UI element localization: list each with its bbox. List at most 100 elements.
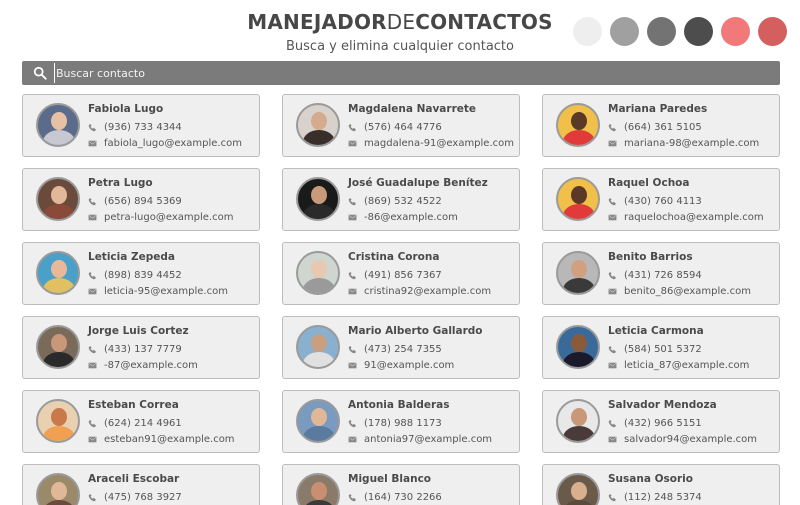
avatar-body bbox=[43, 204, 75, 219]
avatar-head bbox=[51, 260, 67, 278]
email-icon bbox=[88, 362, 97, 369]
contact-phone: (664) 361 5105 bbox=[624, 122, 702, 133]
theme-swatch[interactable] bbox=[647, 17, 676, 46]
contact-email-row: esteban91@example.com bbox=[88, 434, 235, 445]
title-part-manejador: MANEJADOR bbox=[247, 10, 387, 34]
contact-phone-row: (112) 248 5374 bbox=[608, 492, 702, 503]
contact-email-row: -87@example.com bbox=[88, 360, 198, 371]
contact-phone: (473) 254 7355 bbox=[364, 344, 442, 355]
contact-card[interactable]: Cristina Corona (491) 856 7367 cristina92@… bbox=[282, 242, 520, 305]
contact-email-row: fabiola_lugo@example.com bbox=[88, 138, 242, 149]
avatar-head bbox=[311, 260, 327, 278]
contact-phone: (112) 248 5374 bbox=[624, 492, 702, 503]
contact-name: Salvador Mendoza bbox=[608, 399, 717, 411]
avatar-head bbox=[571, 482, 587, 500]
contact-card[interactable]: Jorge Luis Cortez (433) 137 7779 -87@examp… bbox=[22, 316, 260, 379]
contact-card[interactable]: Antonia Balderas (178) 988 1173 antonia97@… bbox=[282, 390, 520, 453]
phone-icon bbox=[88, 419, 96, 428]
avatar-head bbox=[571, 186, 587, 204]
contact-name: Mario Alberto Gallardo bbox=[348, 325, 483, 337]
avatar bbox=[36, 325, 80, 369]
avatar-body bbox=[303, 130, 335, 145]
contact-phone-row: (624) 214 4961 bbox=[88, 418, 182, 429]
avatar bbox=[296, 177, 340, 221]
contact-email: salvador94@example.com bbox=[624, 434, 758, 445]
avatar-head bbox=[51, 334, 67, 352]
avatar-head bbox=[311, 482, 327, 500]
contact-grid: Fabiola Lugo (936) 733 4344 fabiola_lugo@e… bbox=[22, 94, 780, 505]
contact-name: Jorge Luis Cortez bbox=[88, 325, 189, 337]
contact-card[interactable]: Mariana Paredes (664) 361 5105 mariana-98@… bbox=[542, 94, 780, 157]
avatar-body bbox=[303, 352, 335, 367]
contact-email: -87@example.com bbox=[104, 360, 198, 371]
avatar-head bbox=[311, 334, 327, 352]
avatar-body bbox=[43, 352, 75, 367]
avatar bbox=[36, 251, 80, 295]
contact-phone-row: (576) 464 4776 bbox=[348, 122, 442, 133]
contact-name: Petra Lugo bbox=[88, 177, 153, 189]
contact-card[interactable]: Mario Alberto Gallardo (473) 254 7355 91@e… bbox=[282, 316, 520, 379]
avatar-body bbox=[303, 278, 335, 293]
contact-card[interactable]: José Guadalupe Benítez (869) 532 4522 -86@… bbox=[282, 168, 520, 231]
phone-icon bbox=[88, 197, 96, 206]
avatar bbox=[556, 399, 600, 443]
contact-name: Araceli Escobar bbox=[88, 473, 180, 485]
avatar-head bbox=[51, 408, 67, 426]
contact-card[interactable]: Esteban Correa (624) 214 4961 esteban91@ex… bbox=[22, 390, 260, 453]
theme-swatch[interactable] bbox=[758, 17, 787, 46]
theme-swatch[interactable] bbox=[610, 17, 639, 46]
search-input[interactable] bbox=[54, 63, 780, 83]
contact-phone-row: (475) 768 3927 bbox=[88, 492, 182, 503]
contact-card[interactable]: Leticia Zepeda (898) 839 4452 leticia-95@e… bbox=[22, 242, 260, 305]
contact-email: leticia-95@example.com bbox=[104, 286, 228, 297]
contact-card[interactable]: Benito Barrios (431) 726 8594 benito_86@ex… bbox=[542, 242, 780, 305]
contact-phone: (430) 760 4113 bbox=[624, 196, 702, 207]
avatar-body bbox=[563, 204, 595, 219]
phone-icon bbox=[608, 197, 616, 206]
contact-card[interactable]: Fabiola Lugo (936) 733 4344 fabiola_lugo@e… bbox=[22, 94, 260, 157]
search-icon bbox=[33, 66, 47, 80]
contact-phone: (164) 730 2266 bbox=[364, 492, 442, 503]
avatar bbox=[556, 325, 600, 369]
avatar-body bbox=[563, 352, 595, 367]
contact-email: 91@example.com bbox=[364, 360, 455, 371]
contact-card[interactable]: Magdalena Navarrete (576) 464 4776 magdale… bbox=[282, 94, 520, 157]
contact-card[interactable]: Salvador Mendoza (432) 966 5151 salvador94… bbox=[542, 390, 780, 453]
contact-email-row: petra-lugo@example.com bbox=[88, 212, 233, 223]
phone-icon bbox=[608, 123, 616, 132]
avatar bbox=[556, 251, 600, 295]
theme-swatch[interactable] bbox=[573, 17, 602, 46]
contact-name: Mariana Paredes bbox=[608, 103, 708, 115]
avatar-head bbox=[571, 334, 587, 352]
contact-email: fabiola_lugo@example.com bbox=[104, 138, 242, 149]
contact-card[interactable]: Susana Osorio (112) 248 5374 bbox=[542, 464, 780, 505]
avatar bbox=[556, 473, 600, 505]
phone-icon bbox=[348, 197, 356, 206]
contact-card[interactable]: Petra Lugo (656) 894 5369 petra-lugo@examp… bbox=[22, 168, 260, 231]
contact-card[interactable]: Leticia Carmona (584) 501 5372 leticia_87@… bbox=[542, 316, 780, 379]
theme-swatch[interactable] bbox=[721, 17, 750, 46]
contact-name: Antonia Balderas bbox=[348, 399, 450, 411]
avatar-body bbox=[563, 130, 595, 145]
avatar-body bbox=[303, 500, 335, 505]
contact-email: leticia_87@example.com bbox=[624, 360, 750, 371]
contact-card[interactable]: Raquel Ochoa (430) 760 4113 raquelochoa@ex… bbox=[542, 168, 780, 231]
phone-icon bbox=[88, 271, 96, 280]
email-icon bbox=[348, 288, 357, 295]
contact-email-row: 91@example.com bbox=[348, 360, 454, 371]
phone-icon bbox=[348, 419, 356, 428]
theme-swatch[interactable] bbox=[684, 17, 713, 46]
contact-email-row: benito_86@example.com bbox=[608, 286, 751, 297]
contact-email: -86@example.com bbox=[364, 212, 458, 223]
avatar bbox=[36, 473, 80, 505]
theme-swatches bbox=[573, 17, 787, 46]
contact-card[interactable]: Miguel Blanco (164) 730 2266 bbox=[282, 464, 520, 505]
phone-icon bbox=[348, 493, 356, 502]
avatar bbox=[36, 399, 80, 443]
contact-email: benito_86@example.com bbox=[624, 286, 751, 297]
contact-card[interactable]: Araceli Escobar (475) 768 3927 bbox=[22, 464, 260, 505]
contact-phone: (624) 214 4961 bbox=[104, 418, 182, 429]
contact-name: Susana Osorio bbox=[608, 473, 693, 485]
contact-email: esteban91@example.com bbox=[104, 434, 235, 445]
avatar-head bbox=[571, 260, 587, 278]
